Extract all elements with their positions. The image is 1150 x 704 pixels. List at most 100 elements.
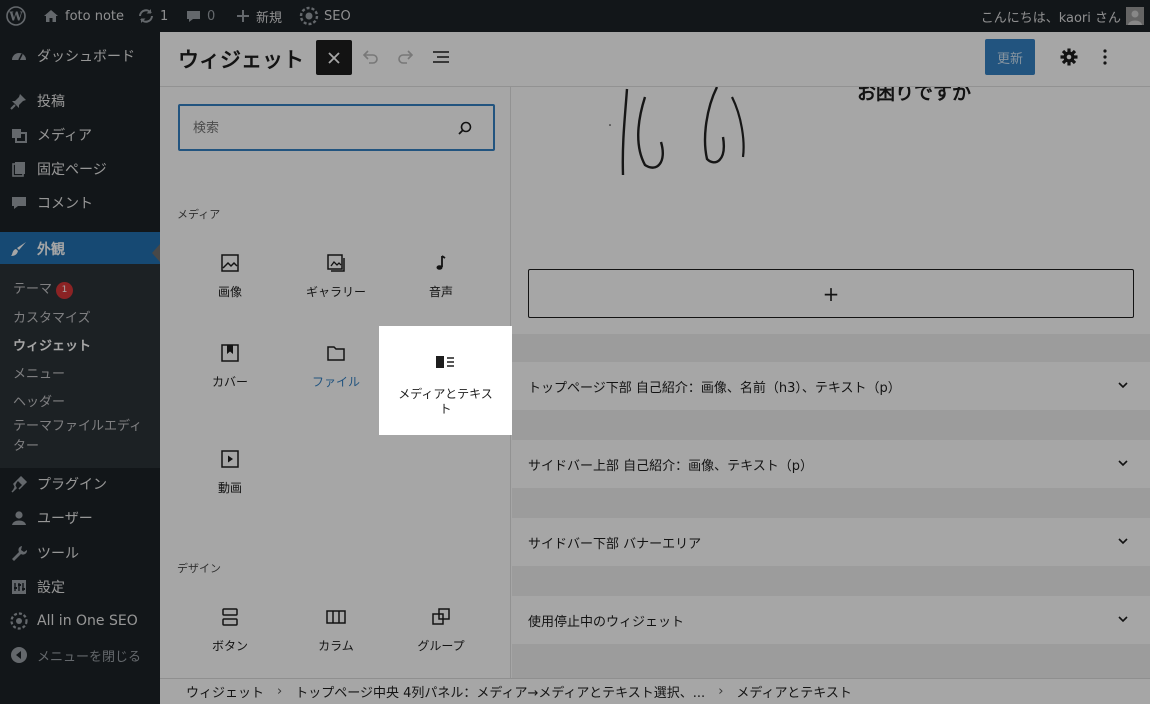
widget-area-title: トップページ下部 自己紹介：画像、名前（h3）、テキスト（p） (528, 380, 901, 396)
list-view-icon (433, 51, 449, 63)
redo-icon (398, 50, 414, 64)
widget-area-title: サイドバー下部 バナーエリア (528, 536, 702, 552)
submenu-themes[interactable]: テーマ 1 (13, 278, 74, 299)
area-separator (512, 410, 1150, 440)
sidebar-item-label: ツール (37, 546, 79, 562)
comments-count: 0 (207, 8, 216, 24)
sidebar-item-users[interactable]: ユーザー (0, 501, 160, 535)
block-label: ボタン (211, 639, 248, 653)
comments-link[interactable]: 0 (185, 0, 215, 32)
more-options-button[interactable] (1094, 44, 1116, 70)
chevron-down-icon (1118, 460, 1128, 467)
cover-icon (221, 344, 239, 362)
widget-editor: ウィジェット 更新 検索 メディア 画像 ギャラリー 音声 カバー ファイル 動… (160, 32, 1150, 678)
widget-area-sidebar-bottom[interactable]: サイドバー下部 バナーエリア (512, 518, 1150, 566)
block-buttons[interactable]: ボタン (177, 591, 283, 678)
block-columns[interactable]: カラム (283, 591, 389, 678)
sidebar-item-comments[interactable]: コメント (0, 186, 160, 220)
block-file[interactable]: ファイル (283, 327, 389, 417)
sidebar-item-label: プラグイン (37, 477, 107, 493)
settings-icon (10, 578, 28, 596)
sidebar-item-pages[interactable]: 固定ページ (0, 152, 160, 186)
seo-label: SEO (324, 8, 351, 24)
sidebar-item-posts[interactable]: 投稿 (0, 84, 160, 118)
block-search-box (178, 104, 495, 151)
submenu-label: テーマ (13, 282, 53, 297)
collapse-menu-button[interactable]: メニューを閉じる (0, 638, 160, 672)
sidebar-item-dashboard[interactable]: ダッシュボード (0, 39, 160, 73)
block-audio[interactable]: 音声 (388, 237, 494, 327)
search-icon (458, 121, 472, 135)
sidebar-item-label: 外観 (37, 242, 65, 258)
submenu-theme-file-editor[interactable]: テーマファイルエディター (13, 417, 148, 457)
sidebar-item-appearance[interactable]: 外観 (0, 232, 160, 266)
breadcrumb-item-current: メディアとテキスト (736, 686, 852, 701)
undo-button[interactable] (358, 42, 382, 72)
aioseo-icon (299, 6, 319, 26)
editor-header: ウィジェット 更新 (160, 32, 1150, 87)
undo-icon (362, 50, 378, 64)
block-label: ファイル (311, 375, 360, 389)
new-content-link[interactable]: 新規 (235, 0, 282, 32)
block-group[interactable]: グループ (388, 591, 494, 678)
settings-button[interactable] (1056, 44, 1082, 70)
block-cover[interactable]: カバー (177, 327, 283, 417)
submenu-widgets[interactable]: ウィジェット (13, 335, 91, 354)
category-title-media: メディア (177, 208, 221, 221)
submenu-header[interactable]: ヘッダー (13, 391, 65, 410)
sidebar-item-label: 固定ページ (37, 162, 107, 178)
update-button[interactable]: 更新 (985, 39, 1035, 75)
account-menu[interactable]: こんにちは、kaori さん (981, 0, 1144, 32)
widget-area-inactive[interactable]: 使用停止中のウィジェット (512, 596, 1150, 644)
category-title-design: デザイン (177, 562, 221, 575)
chevron-down-icon (1118, 382, 1128, 389)
block-media-text[interactable]: メディアとテキスト (379, 326, 512, 435)
seo-menu-link[interactable]: SEO (299, 0, 351, 32)
sidebar-item-tools[interactable]: ツール (0, 536, 160, 570)
comment-icon (10, 194, 28, 212)
plus-icon: + (822, 281, 840, 306)
media-text-icon (436, 356, 454, 368)
sidebar-item-label: メディア (37, 128, 93, 144)
chevron-down-icon (1118, 616, 1128, 623)
sidebar-item-label: ダッシュボード (37, 49, 135, 65)
updates-link[interactable]: 1 (137, 0, 168, 32)
close-icon (328, 51, 340, 64)
block-video[interactable]: 動画 (177, 433, 283, 523)
block-label: カラム (318, 639, 354, 653)
add-block-button[interactable]: + (528, 269, 1134, 318)
widget-canvas: お困りですか + トップページ下部 自己紹介：画像、名前（h3）、テキスト（p）… (512, 87, 1150, 678)
updates-count: 1 (160, 8, 169, 24)
breadcrumb-item-widgets[interactable]: ウィジェット (186, 682, 264, 701)
block-label: グループ (417, 639, 465, 653)
submenu-customize[interactable]: カスタマイズ (13, 307, 91, 326)
svg-text:W: W (8, 10, 23, 24)
sidebar-item-label: コメント (37, 196, 93, 212)
buttons-icon (222, 608, 238, 626)
wordpress-logo-icon[interactable]: W (6, 0, 26, 32)
wrench-icon (10, 544, 28, 562)
widget-area-front-bottom[interactable]: トップページ下部 自己紹介：画像、名前（h3）、テキスト（p） (512, 362, 1150, 410)
media-icon (10, 126, 28, 144)
sidebar-item-media[interactable]: メディア (0, 118, 160, 152)
site-name-link[interactable]: foto note (42, 0, 124, 32)
folder-icon (327, 346, 345, 361)
block-image[interactable]: 画像 (177, 237, 283, 327)
block-breadcrumb: ウィジェット › トップページ中央 4列パネル：メディア→メディアとテキスト選択… (160, 678, 1150, 704)
image-icon (221, 254, 239, 272)
sidebar-item-plugins[interactable]: プラグイン (0, 467, 160, 501)
breadcrumb-item-panel[interactable]: トップページ中央 4列パネル：メディア→メディアとテキスト選択、... (295, 682, 705, 701)
list-view-button[interactable] (428, 42, 454, 72)
breadcrumb-separator: › (277, 684, 283, 699)
sidebar-item-settings[interactable]: 設定 (0, 570, 160, 604)
redo-button[interactable] (394, 42, 418, 72)
sidebar-item-aioseo[interactable]: All in One SEO (0, 604, 160, 638)
submenu-menus[interactable]: メニュー (13, 363, 65, 382)
block-label: メディアとテキスト (398, 387, 493, 416)
aioseo-icon (10, 612, 28, 630)
block-search-input[interactable] (193, 118, 443, 138)
widget-heading-fragment: お困りですか (857, 87, 972, 104)
close-inserter-button[interactable] (316, 40, 352, 75)
block-gallery[interactable]: ギャラリー (283, 237, 389, 327)
widget-area-sidebar-top[interactable]: サイドバー上部 自己紹介：画像、テキスト（p） (512, 440, 1150, 488)
